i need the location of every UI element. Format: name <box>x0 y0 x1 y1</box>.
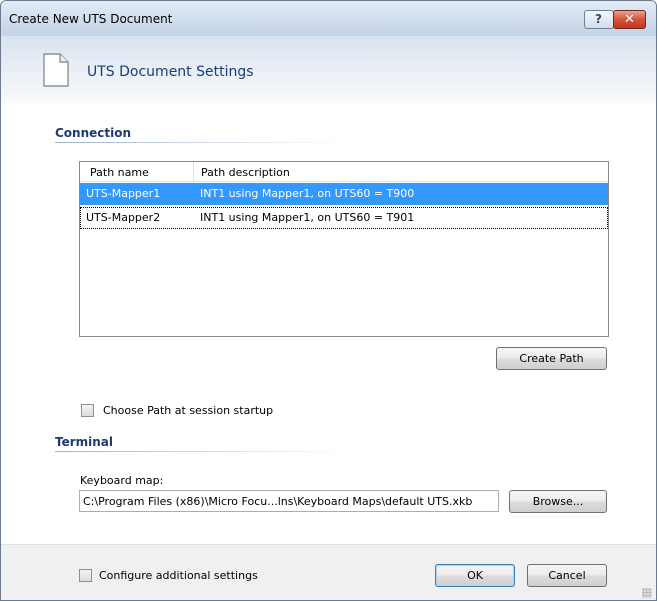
column-separator[interactable] <box>193 162 194 182</box>
path-description-cell: INT1 using Mapper1, on UTS60 = T901 <box>200 211 415 224</box>
configure-settings-label[interactable]: Configure additional settings <box>99 569 258 582</box>
column-header-path-name[interactable]: Path name <box>90 166 149 179</box>
path-name-cell: UTS-Mapper1 <box>86 187 161 200</box>
create-path-button[interactable]: Create Path <box>496 347 607 370</box>
choose-path-label[interactable]: Choose Path at session startup <box>103 404 273 417</box>
help-icon: ? <box>595 12 602 26</box>
path-name-cell: UTS-Mapper2 <box>86 211 161 224</box>
ok-button[interactable]: OK <box>435 564 515 587</box>
close-button[interactable]: ✕ <box>613 10 646 29</box>
window-title: Create New UTS Document <box>9 12 173 26</box>
resize-grip-icon[interactable] <box>642 588 652 598</box>
terminal-divider <box>55 451 351 452</box>
path-description-cell: INT1 using Mapper1, on UTS60 = T900 <box>200 187 415 200</box>
connection-section-title: Connection <box>55 126 132 140</box>
configure-settings-checkbox[interactable] <box>79 569 92 582</box>
column-header-path-description[interactable]: Path description <box>201 166 290 179</box>
title-bar[interactable]: Create New UTS Document ? ✕ <box>1 1 656 36</box>
terminal-section-title: Terminal <box>55 435 114 449</box>
path-row-uts-mapper2[interactable]: UTS-Mapper2 INT1 using Mapper1, on UTS60… <box>80 207 608 229</box>
choose-path-checkbox[interactable] <box>81 404 94 417</box>
cancel-button[interactable]: Cancel <box>527 564 607 587</box>
help-button[interactable]: ? <box>584 10 614 29</box>
page-title: UTS Document Settings <box>87 64 254 80</box>
close-icon: ✕ <box>624 12 635 27</box>
keyboard-map-input[interactable]: C:\Program Files (x86)\Micro Focu...lns\… <box>79 490 499 512</box>
path-row-uts-mapper1[interactable]: UTS-Mapper1 INT1 using Mapper1, on UTS60… <box>80 183 608 205</box>
path-list-header: Path name Path description <box>80 162 608 182</box>
dialog-footer: Configure additional settings OK Cancel <box>1 544 656 600</box>
browse-button[interactable]: Browse... <box>509 490 607 513</box>
document-icon <box>43 53 69 87</box>
path-list[interactable]: Path name Path description UTS-Mapper1 I… <box>79 161 609 337</box>
dialog-window: Create New UTS Document ? ✕ UTS Document… <box>0 0 657 601</box>
keyboard-map-label: Keyboard map: <box>80 474 164 487</box>
dialog-header: UTS Document Settings <box>1 36 656 108</box>
connection-divider <box>55 142 351 143</box>
